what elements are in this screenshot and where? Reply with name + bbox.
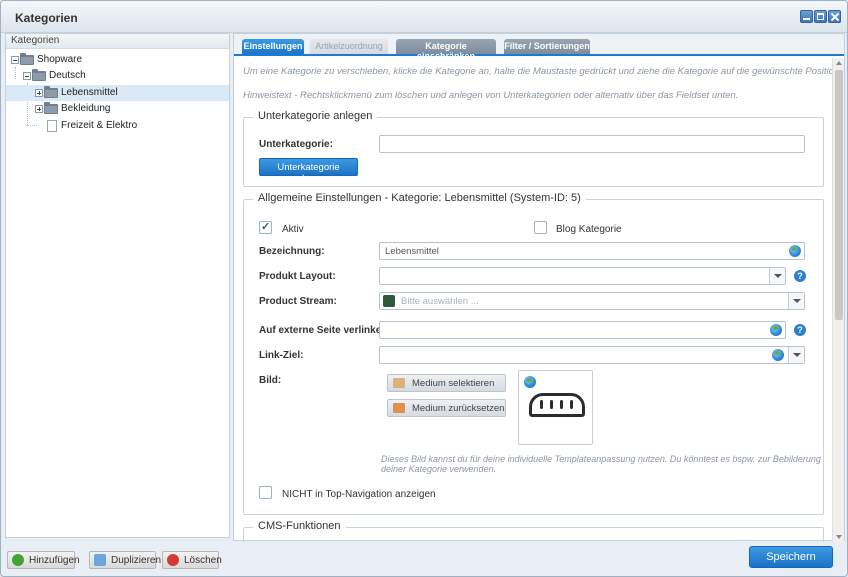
product-stream-icon: [383, 295, 395, 307]
tab-filter-sortierungen[interactable]: Filter / Sortierungen: [504, 39, 590, 54]
subcategory-input[interactable]: [379, 135, 805, 153]
globe-icon[interactable]: [772, 349, 784, 361]
page-icon: [47, 120, 57, 132]
scrollbar-thumb[interactable]: [835, 70, 843, 320]
product-layout-label: Produkt Layout:: [259, 271, 336, 282]
tab-einstellungen[interactable]: Einstellungen: [242, 39, 304, 54]
general-settings-fieldset: Allgemeine Einstellungen - Kategorie: Le…: [243, 192, 824, 515]
product-stream-select[interactable]: Bitte auswählen ...: [379, 292, 805, 310]
image-hint-line-1: Dieses Bild kannst du für deine individu…: [381, 454, 821, 464]
tab-artikelzuordnung[interactable]: Artikelzuordnung: [310, 39, 388, 54]
expand-icon[interactable]: [35, 105, 43, 113]
expand-icon[interactable]: [35, 89, 43, 97]
tree-item-lebensmittel[interactable]: Lebensmittel: [6, 85, 229, 101]
close-icon[interactable]: [828, 10, 841, 23]
active-checkbox[interactable]: [259, 220, 272, 234]
move-hint: Um eine Kategorie zu verschieben, klicke…: [243, 66, 832, 77]
scroll-down-icon[interactable]: [836, 535, 842, 539]
subcategory-fieldset: Unterkategorie anlegen Unterkategorie: U…: [243, 110, 824, 187]
tree-item-freizeit-elektro[interactable]: Freizeit & Elektro: [6, 118, 229, 134]
help-icon[interactable]: ?: [794, 270, 806, 282]
tree-item-label: Shopware: [37, 54, 83, 65]
category-tree-panel: Kategorien Shopware Deutsch Lebensmittel…: [5, 33, 230, 538]
subcategory-label: Unterkategorie:: [259, 139, 333, 150]
folder-icon: [44, 102, 58, 114]
globe-icon[interactable]: [789, 245, 801, 257]
chevron-down-icon[interactable]: [769, 268, 785, 284]
tree-item-label: Freizeit & Elektro: [61, 120, 138, 131]
folder-icon: [20, 53, 34, 65]
cms-fieldset: CMS-Funktionen: [243, 520, 824, 542]
delete-button[interactable]: Löschen: [162, 551, 222, 569]
tab-kategorie-einschraenken[interactable]: Kategorie einschränken: [396, 39, 496, 61]
active-label: Aktiv: [282, 224, 304, 235]
external-link-label: Auf externe Seite verlinken:: [259, 325, 391, 336]
product-layout-select[interactable]: [379, 267, 786, 285]
tree-item-label: Lebensmittel: [61, 87, 118, 98]
link-target-select[interactable]: [379, 346, 805, 364]
globe-icon[interactable]: [524, 376, 536, 388]
duplicate-button[interactable]: Duplizieren: [89, 551, 161, 569]
select-media-button[interactable]: Medium selektieren: [387, 374, 506, 392]
product-stream-label: Product Stream:: [259, 296, 337, 307]
cms-legend: CMS-Funktionen: [253, 520, 346, 532]
general-settings-legend: Allgemeine Einstellungen - Kategorie: Le…: [253, 192, 586, 204]
duplicate-icon: [94, 554, 106, 566]
create-subcategory-button[interactable]: Unterkategorie anlegen: [259, 158, 358, 184]
tab-bar: Einstellungen Artikelzuordnung Kategorie…: [234, 34, 844, 61]
category-image-preview[interactable]: [518, 370, 593, 445]
tree-item-label: Bekleidung: [61, 103, 111, 114]
reset-media-button[interactable]: Medium zurücksetzen: [387, 399, 506, 417]
image-hint-line-2: deiner Kategorie verwenden.: [381, 464, 497, 474]
minimize-icon[interactable]: [800, 10, 813, 23]
help-icon[interactable]: ?: [794, 324, 806, 336]
context-hint: Hinweistext - Rechtsklickmenü zum lösche…: [243, 90, 739, 101]
tree-item-deutsch[interactable]: Deutsch: [6, 68, 229, 84]
scroll-up-icon[interactable]: [836, 61, 842, 65]
external-link-input[interactable]: [379, 321, 786, 339]
title-bar[interactable]: Kategorien: [1, 1, 847, 33]
image-label: Bild:: [259, 375, 282, 386]
name-input[interactable]: Lebensmittel: [379, 242, 805, 260]
tree-item-shopware[interactable]: Shopware: [6, 52, 229, 68]
delete-icon: [167, 554, 179, 566]
bread-icon: [529, 393, 585, 417]
add-button[interactable]: Hinzufügen: [7, 551, 80, 569]
collapse-icon[interactable]: [23, 72, 31, 80]
folder-icon: [32, 69, 46, 81]
blog-category-label: Blog Kategorie: [556, 224, 622, 235]
collapse-icon[interactable]: [11, 56, 19, 64]
subcategory-legend: Unterkategorie anlegen: [253, 110, 378, 122]
folder-icon: [44, 86, 58, 98]
media-icon: [393, 378, 405, 388]
tree-item-label: Deutsch: [49, 70, 86, 81]
category-window: Kategorien Kategorien Shopware Deutsch L…: [0, 0, 848, 577]
add-icon: [12, 554, 24, 566]
media-reset-icon: [393, 403, 405, 413]
maximize-icon[interactable]: [814, 10, 827, 23]
blog-category-checkbox[interactable]: [534, 221, 547, 234]
window-title: Kategorien: [15, 11, 78, 25]
category-detail-panel: Einstellungen Artikelzuordnung Kategorie…: [233, 33, 845, 542]
globe-icon[interactable]: [770, 324, 782, 336]
tree-item-bekleidung[interactable]: Bekleidung: [6, 101, 229, 117]
chevron-down-icon[interactable]: [788, 347, 804, 363]
tree-header: Kategorien: [6, 34, 229, 49]
link-target-label: Link-Ziel:: [259, 350, 304, 361]
save-button[interactable]: Speichern: [749, 546, 833, 568]
form-scrollbar[interactable]: [832, 58, 844, 542]
hide-top-navigation-label: NICHT in Top-Navigation anzeigen: [282, 489, 436, 500]
chevron-down-icon[interactable]: [788, 293, 804, 309]
name-label: Bezeichnung:: [259, 246, 325, 257]
settings-form: Um eine Kategorie zu verschieben, klicke…: [234, 58, 832, 542]
hide-top-navigation-checkbox[interactable]: [259, 486, 272, 499]
